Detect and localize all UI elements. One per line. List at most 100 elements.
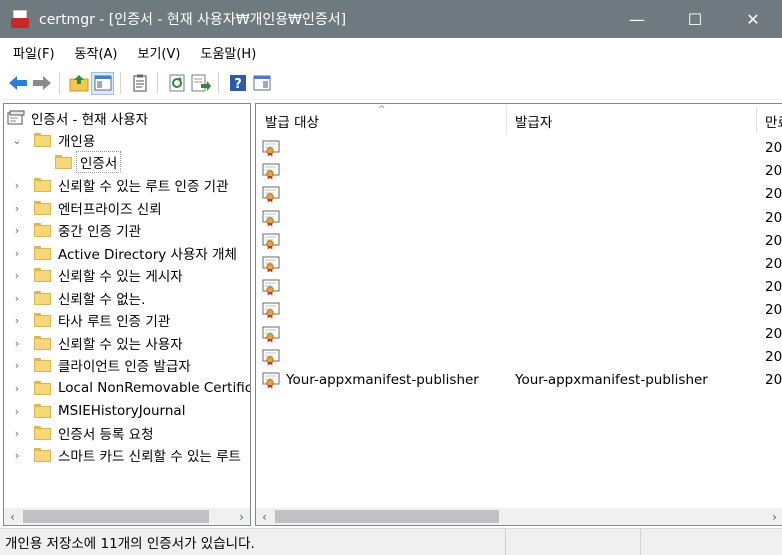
tree-item-trusted-publishers[interactable]: › 신뢰할 수 있는 게시자 [10,264,183,286]
properties-icon[interactable] [128,72,151,95]
view-icon[interactable] [250,72,273,95]
tree-item-label: 타사 루트 인증 기관 [58,314,171,330]
chevron-right-icon[interactable]: › [10,309,24,331]
back-arrow-icon[interactable] [6,72,29,95]
help-icon[interactable]: ? [226,72,249,95]
maximize-button[interactable]: ☐ [666,0,724,38]
up-folder-icon[interactable] [67,72,90,95]
column-header-issued-to[interactable]: 발급 대상 [265,104,319,138]
tree-item-smart-card-root[interactable]: › 스마트 카드 신뢰할 수 있는 루트 [10,444,241,466]
list-row[interactable]: 2030-01-01 [256,346,782,369]
tree-item-intermediate[interactable]: › 중간 인증 기관 [10,219,141,241]
column-header-expiration[interactable]: 만료 날짜 [765,104,782,138]
tree-pane[interactable]: 인증서 - 현재 사용자 ⌄ 개인용 인증서 › 신뢰할 수 있는 루트 인증 … [3,103,251,526]
refresh-icon[interactable] [165,72,188,95]
tree-item-root[interactable]: 인증서 - 현재 사용자 [7,107,148,129]
toolbar-separator [218,72,219,94]
list-row[interactable]: Your-appxmanifest-publisher Your-appxmani… [256,369,782,392]
chevron-right-icon[interactable]: › [10,400,24,422]
certmgr-app-icon[interactable] [11,10,31,28]
scroll-right-icon[interactable]: › [233,508,250,525]
chevron-right-icon[interactable]: › [10,287,24,309]
tree-item-enterprise-trust[interactable]: › 엔터프라이즈 신뢰 [10,197,162,219]
folder-icon [34,201,51,215]
cell-expiration: 2030-01-01 [765,348,782,365]
tree-item-enrollment-requests[interactable]: › 인증서 등록 요청 [10,422,154,444]
list-row[interactable]: 2030-01-01 [256,276,782,299]
list-row[interactable]: 2030-01-01 [256,183,782,206]
folder-icon [34,426,51,440]
menu-file[interactable]: 파일(F) [5,43,63,62]
menu-view[interactable]: 보기(V) [130,43,189,62]
folder-icon [34,448,51,462]
list-row[interactable]: 2030-01-01 [256,160,782,183]
status-bar: 개인용 저장소에 11개의 인증서가 있습니다. [0,528,782,555]
tree-item-third-party-root[interactable]: › 타사 루트 인증 기관 [10,309,170,331]
menu-action[interactable]: 동작(A) [67,43,126,62]
toolbar-separator [59,72,60,94]
folder-icon [34,178,51,192]
tree-item-personal-certificates[interactable]: 인증서 [55,151,122,173]
scrollbar-thumb[interactable] [23,510,209,523]
list-horizontal-scrollbar[interactable]: ‹ › [256,508,782,525]
chevron-right-icon[interactable]: › [10,219,24,241]
tree-item-client-auth-issuers[interactable]: › 클라이언트 인증 발급자 [10,354,191,376]
tree-item-trusted-root[interactable]: › 신뢰할 수 있는 루트 인증 기관 [10,174,229,196]
scroll-left-icon[interactable]: ‹ [4,508,21,525]
list-row[interactable]: 2030-01-01 [256,137,782,160]
list-row[interactable]: 2030-01-01 [256,323,782,346]
chevron-right-icon[interactable]: › [10,174,24,196]
column-divider[interactable] [506,106,507,134]
chevron-down-icon[interactable]: ⌄ [10,129,24,151]
export-list-icon[interactable] [189,72,212,95]
svg-text:?: ? [234,77,242,92]
certificate-icon [262,348,282,366]
list-row[interactable]: 2030-01-01 [256,207,782,230]
chevron-right-icon[interactable]: › [10,197,24,219]
chevron-right-icon[interactable]: › [10,422,24,444]
chevron-right-icon[interactable]: › [10,354,24,376]
tree-item-label: 신뢰할 수 있는 루트 인증 기관 [58,179,229,195]
tree-item-trusted-people[interactable]: › 신뢰할 수 있는 사용자 [10,332,183,354]
tree-item-msie-history[interactable]: › MSIEHistoryJournal [10,400,186,422]
folder-icon [34,313,51,327]
chevron-right-icon[interactable]: › [10,242,24,264]
cell-expiration: 2030-01-01 [765,372,782,388]
status-segment [506,528,641,555]
tree-item-untrusted[interactable]: › 신뢰할 수 없는. [10,287,145,309]
folder-icon [34,223,51,237]
chevron-right-icon[interactable]: › [10,264,24,286]
list-row[interactable]: 2030-01-01 [256,253,782,276]
tree-item-label: 스마트 카드 신뢰할 수 있는 루트 [58,449,241,465]
scroll-left-icon[interactable]: ‹ [256,508,273,525]
chevron-right-icon[interactable]: › [10,332,24,354]
list-row[interactable]: 2030-01-01 [256,230,782,253]
scroll-right-icon[interactable]: › [766,508,782,525]
tree-item-label: 개인용 [58,134,96,150]
column-divider[interactable] [756,106,757,134]
certificate-list-pane[interactable]: ^ 발급 대상 발급자 만료 날짜 2030-01-01 2030-01-01 20… [255,103,782,526]
chevron-right-icon[interactable]: › [10,377,24,399]
show-hide-tree-icon[interactable] [91,71,114,95]
tree-item-local-nonremovable[interactable]: › Local NonRemovable Certificates [10,377,250,399]
column-header-issued-by[interactable]: 발급자 [515,104,552,138]
chevron-right-icon[interactable]: › [10,444,24,466]
tree-item-label: Active Directory 사용자 개체 [58,247,237,263]
minimize-button[interactable]: — [608,0,666,38]
tree-item-label: 인증서 - 현재 사용자 [31,112,149,128]
menu-help[interactable]: 도움말(H) [192,43,264,62]
cell-expiration: 2030-01-01 [765,209,782,226]
tree-item-personal[interactable]: ⌄ 개인용 [10,129,95,151]
cell-issued-to: Your-appxmanifest-publisher [286,372,479,388]
tree-item-active-directory[interactable]: › Active Directory 사용자 개체 [10,242,237,264]
tree-item-label: 클라이언트 인증 발급자 [58,359,191,375]
cell-expiration: 2030-01-01 [765,256,782,272]
folder-icon [55,155,72,169]
cell-expiration: 2030-01-01 [765,186,782,203]
close-button[interactable]: ✕ [724,0,782,38]
list-row[interactable]: 2030-01-01 [256,299,782,322]
scrollbar-thumb[interactable] [275,510,499,523]
tree-horizontal-scrollbar[interactable]: ‹ › [4,508,250,525]
forward-arrow-icon[interactable] [30,72,53,95]
tree-item-label: 신뢰할 수 있는 게시자 [58,269,183,285]
